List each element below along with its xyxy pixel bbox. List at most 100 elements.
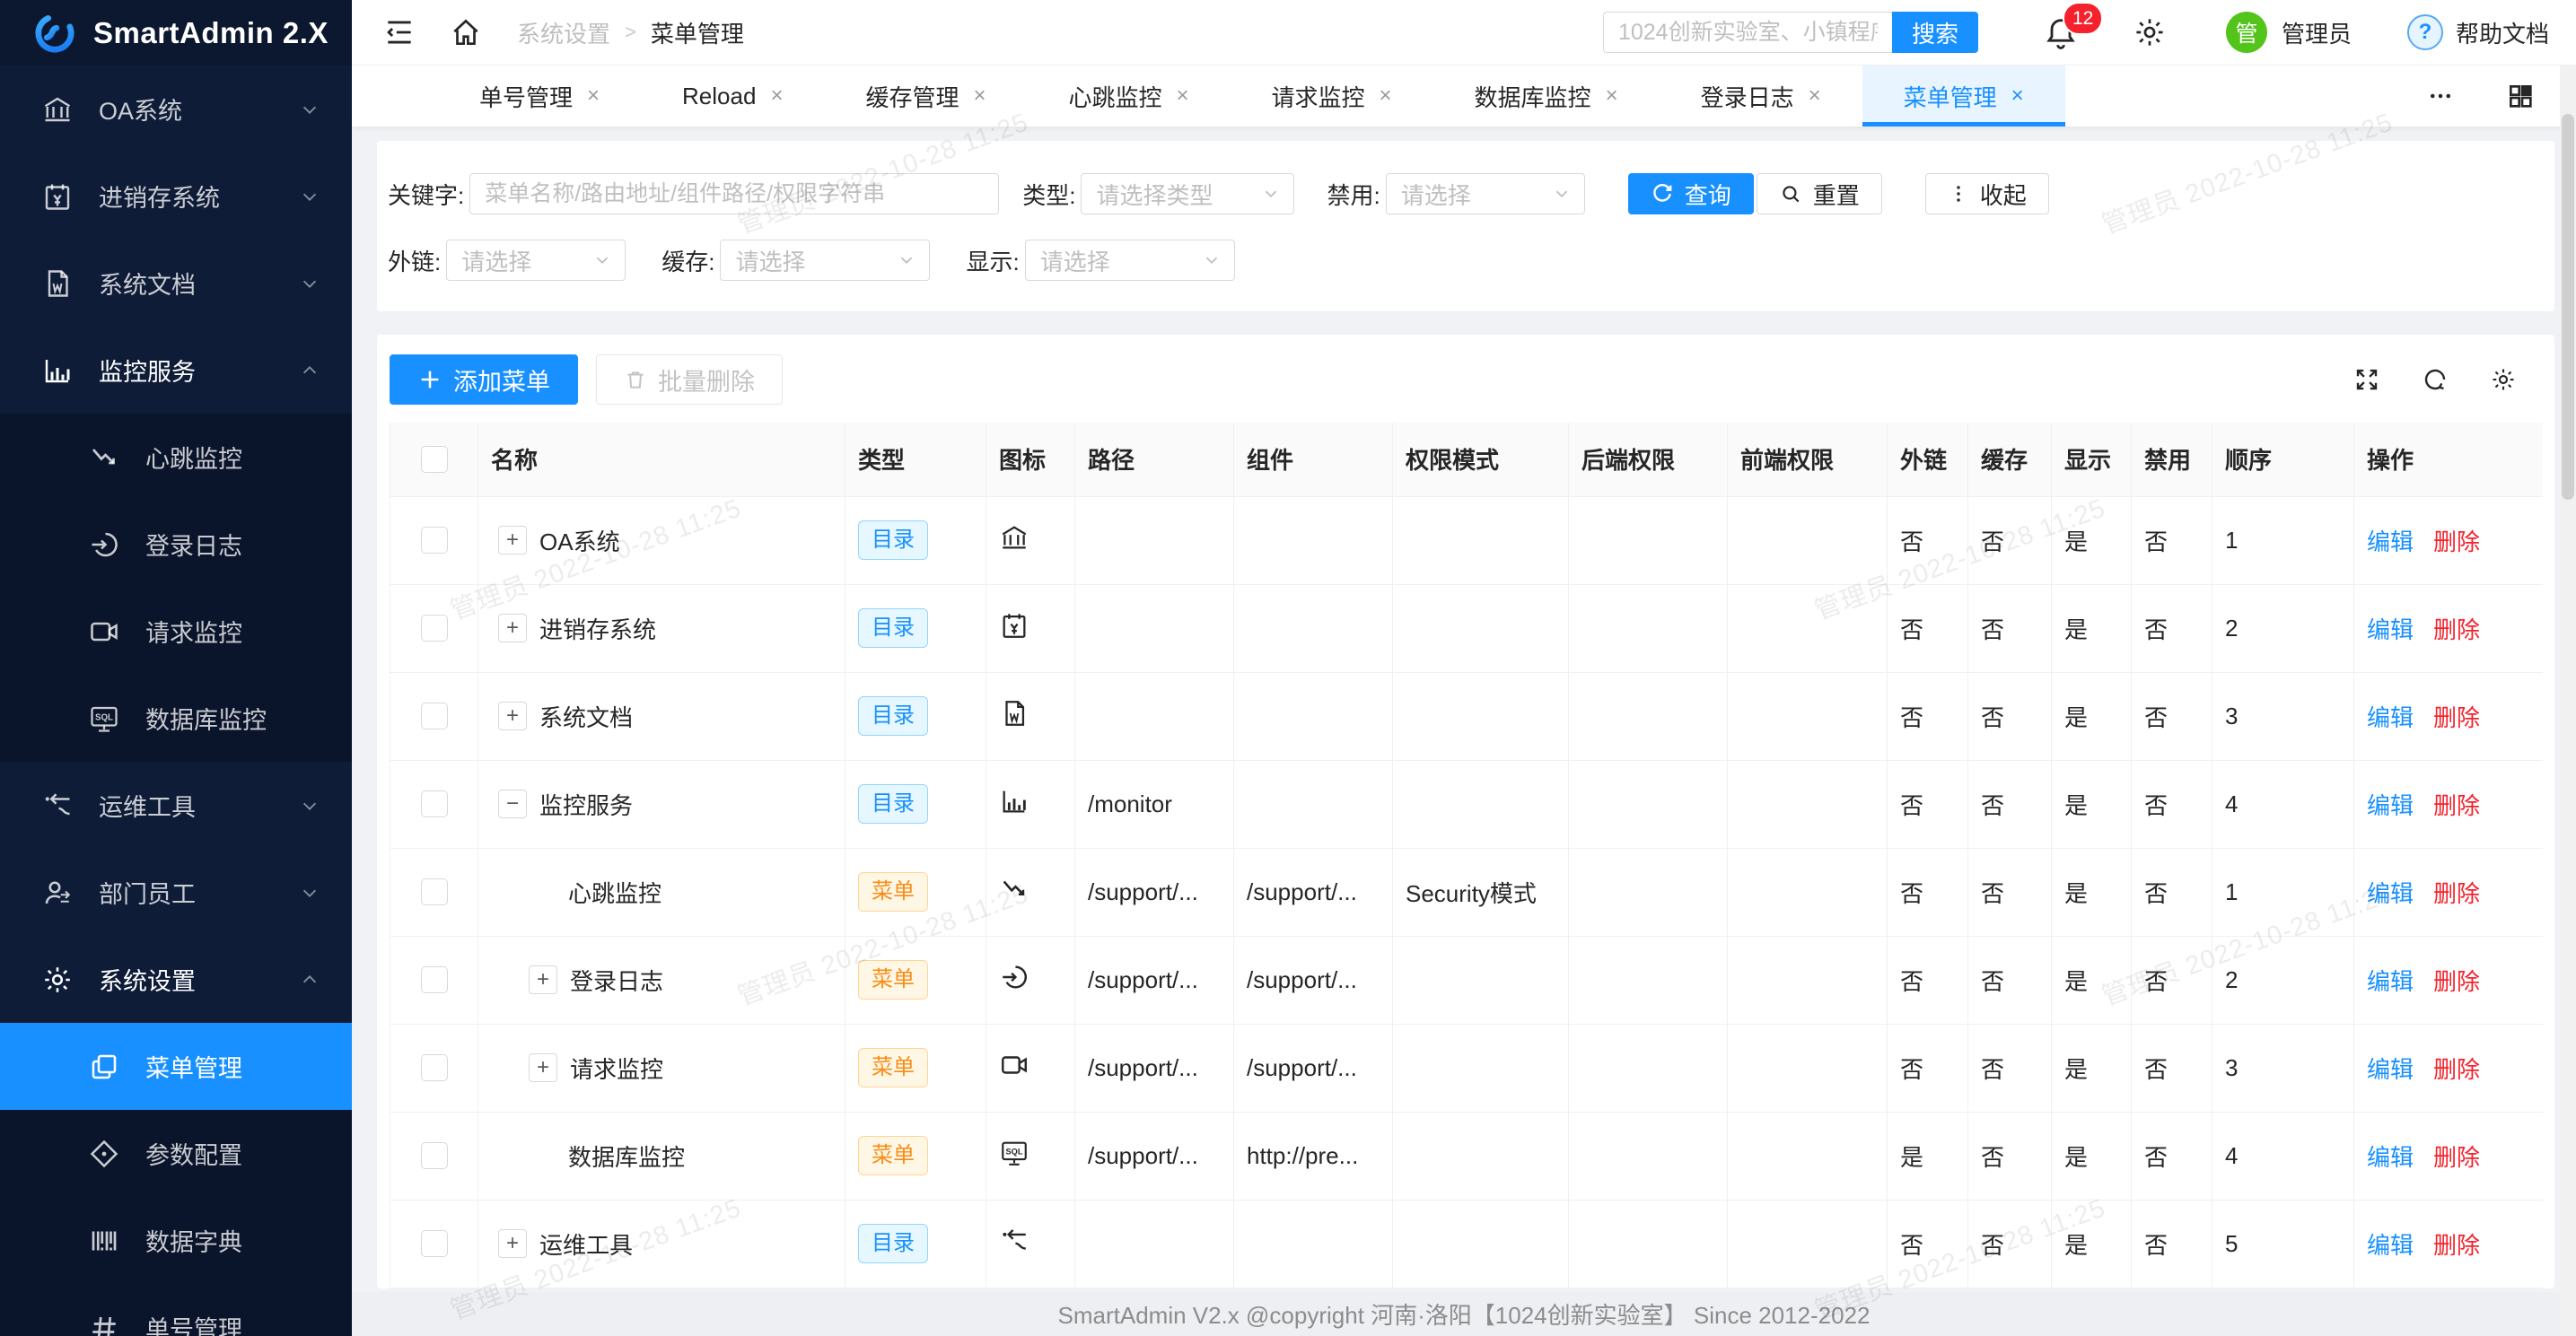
- expand-toggle[interactable]: +: [498, 1229, 527, 1258]
- keyword-input[interactable]: [469, 173, 999, 214]
- delete-link[interactable]: 删除: [2433, 880, 2480, 907]
- row-checkbox[interactable]: [421, 790, 448, 817]
- type-tag: 目录: [858, 608, 928, 648]
- tab-login-log[interactable]: 登录日志×: [1660, 65, 1862, 127]
- expand-toggle[interactable]: +: [498, 614, 527, 642]
- sidebar-item-db-monitor[interactable]: SQL 数据库监控: [0, 675, 352, 762]
- close-icon[interactable]: ×: [770, 83, 783, 109]
- sidebar-item-request-monitor[interactable]: 请求监控: [0, 588, 352, 675]
- sidebar-item-menu-manage[interactable]: 菜单管理: [0, 1023, 352, 1110]
- edit-link[interactable]: 编辑: [2367, 792, 2414, 819]
- edit-link[interactable]: 编辑: [2367, 880, 2414, 907]
- row-checkbox[interactable]: [421, 1054, 448, 1081]
- show-select[interactable]: 请选择: [1025, 240, 1235, 281]
- vertical-scrollbar[interactable]: [2560, 65, 2576, 1336]
- expand-toggle[interactable]: +: [498, 702, 527, 730]
- delete-link[interactable]: 删除: [2433, 528, 2480, 555]
- disabled-select[interactable]: 请选择: [1386, 173, 1585, 214]
- edit-link[interactable]: 编辑: [2367, 968, 2414, 995]
- close-icon[interactable]: ×: [2011, 83, 2024, 109]
- sidebar-item-label: 进销存系统: [99, 179, 220, 214]
- edit-link[interactable]: 编辑: [2367, 1232, 2414, 1259]
- scrollbar-thumb[interactable]: [2562, 114, 2574, 500]
- tabs-grid-icon[interactable]: [2506, 82, 2535, 110]
- collapse-sidebar-icon[interactable]: [382, 15, 416, 49]
- cache-select[interactable]: 请选择: [720, 240, 930, 281]
- close-icon[interactable]: ×: [1380, 83, 1392, 109]
- global-search-button[interactable]: 搜索: [1892, 12, 1978, 53]
- sidebar-item-data-dict[interactable]: 数据字典: [0, 1197, 352, 1284]
- settings-gear-icon[interactable]: [2133, 15, 2167, 49]
- close-icon[interactable]: ×: [973, 83, 986, 109]
- delete-link[interactable]: 删除: [2433, 792, 2480, 819]
- sidebar-item-oa[interactable]: OA系统: [0, 65, 352, 153]
- chart-icon: [41, 354, 74, 387]
- tab-heartbeat[interactable]: 心跳监控×: [1027, 65, 1230, 127]
- reset-button[interactable]: 重置: [1757, 173, 1882, 214]
- tab-reload[interactable]: Reload×: [641, 65, 824, 127]
- user-name[interactable]: 管理员: [2282, 16, 2352, 49]
- tabs-more-icon[interactable]: [2427, 83, 2454, 109]
- delete-link[interactable]: 删除: [2433, 1056, 2480, 1083]
- query-button[interactable]: 查询: [1628, 173, 1754, 214]
- sidebar-item-login-log[interactable]: 登录日志: [0, 501, 352, 588]
- row-checkbox[interactable]: [421, 1230, 448, 1257]
- row-checkbox[interactable]: [421, 527, 448, 554]
- row-checkbox[interactable]: [421, 1142, 448, 1169]
- edit-link[interactable]: 编辑: [2367, 528, 2414, 555]
- edit-link[interactable]: 编辑: [2367, 616, 2414, 643]
- row-checkbox[interactable]: [421, 615, 448, 642]
- delete-link[interactable]: 删除: [2433, 968, 2480, 995]
- tab-order-manage[interactable]: 单号管理×: [438, 65, 641, 127]
- delete-link[interactable]: 删除: [2433, 704, 2480, 731]
- help-docs-link[interactable]: 帮助文档: [2456, 16, 2549, 49]
- app-title: SmartAdmin 2.X: [93, 16, 329, 50]
- expand-toggle[interactable]: +: [529, 1053, 557, 1082]
- external-select[interactable]: 请选择: [446, 240, 626, 281]
- delete-link[interactable]: 删除: [2433, 616, 2480, 643]
- global-search-input[interactable]: [1603, 12, 1892, 53]
- row-checkbox[interactable]: [421, 703, 448, 729]
- sidebar-item-heartbeat[interactable]: 心跳监控: [0, 414, 352, 501]
- delete-link[interactable]: 删除: [2433, 1232, 2480, 1259]
- add-menu-button[interactable]: 添加菜单: [390, 354, 578, 405]
- tab-cache-manage[interactable]: 缓存管理×: [824, 65, 1027, 127]
- sidebar-item-order-no[interactable]: 单号管理: [0, 1284, 352, 1336]
- tab-menu-manage[interactable]: 菜单管理×: [1862, 65, 2065, 127]
- app-logo[interactable]: SmartAdmin 2.X: [0, 0, 352, 65]
- delete-link[interactable]: 删除: [2433, 1144, 2480, 1171]
- edit-link[interactable]: 编辑: [2367, 1144, 2414, 1171]
- menu-name: 登录日志: [570, 964, 663, 997]
- edit-link[interactable]: 编辑: [2367, 1056, 2414, 1083]
- fullscreen-icon[interactable]: [2353, 366, 2380, 393]
- tab-request-monitor[interactable]: 请求监控×: [1231, 65, 1433, 127]
- expand-toggle[interactable]: +: [498, 526, 527, 554]
- sidebar-item-settings[interactable]: 系统设置: [0, 936, 352, 1023]
- edit-link[interactable]: 编辑: [2367, 704, 2414, 731]
- sidebar-item-docs[interactable]: 系统文档: [0, 240, 352, 327]
- sidebar-item-ops-tools[interactable]: 运维工具: [0, 762, 352, 849]
- chevron-down-icon: [592, 250, 612, 270]
- row-checkbox[interactable]: [421, 966, 448, 993]
- column-settings-icon[interactable]: [2490, 366, 2517, 393]
- collapse-toggle[interactable]: −: [498, 790, 527, 818]
- row-checkbox[interactable]: [421, 878, 448, 905]
- home-icon[interactable]: [449, 15, 483, 49]
- select-all-checkbox[interactable]: [421, 446, 448, 473]
- collapse-filters-button[interactable]: 收起: [1925, 173, 2049, 214]
- avatar[interactable]: 管: [2226, 12, 2267, 53]
- sidebar-item-param-config[interactable]: 参数配置: [0, 1110, 352, 1197]
- sidebar-item-invoicing[interactable]: 进销存系统: [0, 153, 352, 240]
- sidebar-item-staff[interactable]: 部门员工: [0, 849, 352, 936]
- close-icon[interactable]: ×: [1606, 83, 1618, 109]
- close-icon[interactable]: ×: [1177, 83, 1189, 109]
- close-icon[interactable]: ×: [1809, 83, 1821, 109]
- sidebar-item-monitor[interactable]: 监控服务: [0, 327, 352, 414]
- tab-db-monitor[interactable]: 数据库监控×: [1433, 65, 1660, 127]
- expand-toggle[interactable]: +: [529, 965, 557, 994]
- notifications[interactable]: 12: [2043, 14, 2079, 50]
- batch-delete-button[interactable]: 批量删除: [596, 354, 783, 405]
- reload-icon[interactable]: [2422, 366, 2449, 393]
- type-select[interactable]: 请选择类型: [1081, 173, 1294, 214]
- close-icon[interactable]: ×: [587, 83, 600, 109]
